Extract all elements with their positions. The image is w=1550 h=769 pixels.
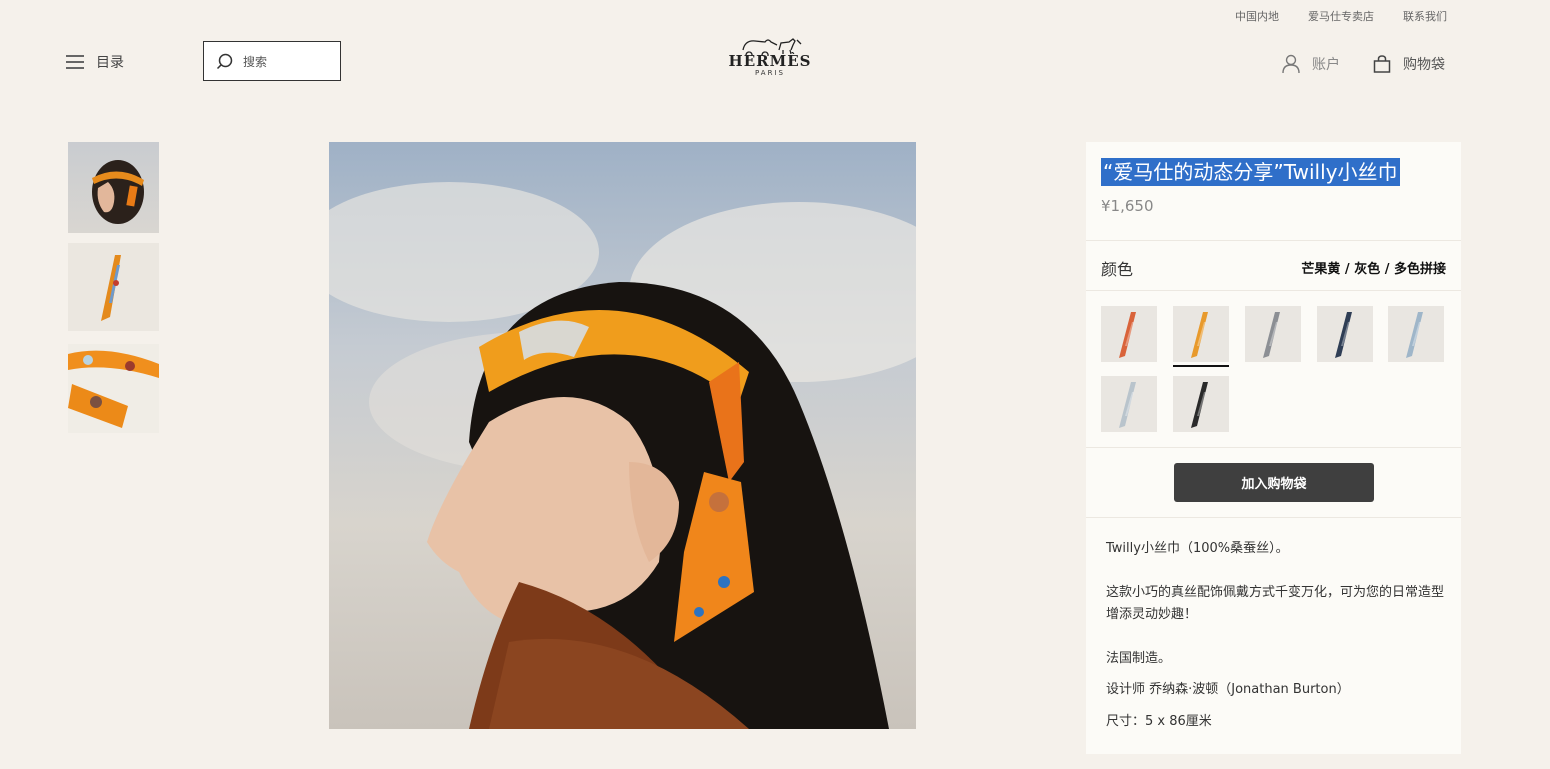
- shopping-bag-button[interactable]: 购物袋: [1373, 54, 1445, 74]
- swatch-mango-yellow[interactable]: [1173, 306, 1229, 367]
- thumbnail-scarf-image: [101, 255, 121, 321]
- thumbnail-model-image: [92, 160, 144, 224]
- thumbnail-model[interactable]: [68, 142, 159, 233]
- search-icon: [216, 53, 233, 69]
- utility-link-region[interactable]: 中国内地: [1235, 8, 1279, 24]
- product-price: ¥1,650: [1101, 197, 1154, 215]
- account-label: 账户: [1312, 57, 1340, 73]
- menu-label: 目录: [96, 55, 124, 71]
- logo-subtitle: PARIS: [755, 69, 785, 77]
- swatch-grey-multi[interactable]: [1245, 306, 1301, 362]
- twilly-icon: [1263, 312, 1280, 358]
- description-material: Twilly小丝巾（100%桑蚕丝）。: [1106, 541, 1289, 556]
- swatch-red-orange[interactable]: [1101, 306, 1157, 362]
- hermes-logo[interactable]: HERMÈS PARIS: [728, 36, 812, 86]
- color-label: 颜色: [1101, 260, 1134, 279]
- description-body: 这款小巧的真丝配饰佩戴方式千变万化，可为您的日常造型增添灵动妙趣！: [1106, 585, 1445, 622]
- account-button[interactable]: 账户: [1282, 54, 1340, 74]
- thumbnail-scarf-flat[interactable]: [68, 243, 159, 331]
- description-origin: 法国制造。: [1106, 651, 1172, 666]
- swatch-pale-grey[interactable]: [1101, 376, 1157, 432]
- shopping-bag-icon: [1373, 55, 1391, 73]
- twilly-icon: [1119, 382, 1136, 428]
- hamburger-icon: [66, 55, 84, 69]
- utility-nav: 中国内地 爱马仕专卖店 联系我们: [1235, 8, 1447, 24]
- description-size: 尺寸：5 x 86厘米: [1106, 714, 1212, 729]
- divider: [1086, 290, 1461, 291]
- utility-link-contact[interactable]: 联系我们: [1403, 8, 1447, 24]
- thumbnail-knot-image: [68, 350, 159, 428]
- twilly-icon: [1191, 382, 1208, 428]
- product-panel: “爱马仕的动态分享”Twilly小丝巾 ¥1,650 颜色 芒果黄 / 灰色 /…: [1086, 142, 1461, 754]
- twilly-icon: [1406, 312, 1423, 358]
- divider: [1086, 517, 1461, 518]
- menu-button[interactable]: 目录: [66, 52, 124, 72]
- color-value: 芒果黄 / 灰色 / 多色拼接: [1301, 262, 1446, 277]
- twilly-icon: [1119, 312, 1136, 358]
- product-title: “爱马仕的动态分享”Twilly小丝巾: [1101, 158, 1400, 186]
- add-to-bag-button[interactable]: 加入购物袋: [1174, 463, 1374, 502]
- swatch-navy-teal[interactable]: [1317, 306, 1373, 362]
- thumbnail-scarf-knot[interactable]: [68, 344, 159, 433]
- shopping-bag-label: 购物袋: [1403, 57, 1445, 73]
- model-illustration: [329, 182, 916, 729]
- description-designer: 设计师 乔纳森·波顿（Jonathan Burton）: [1106, 682, 1350, 697]
- twilly-icon: [1191, 312, 1208, 358]
- logo-wordmark: HERMÈS: [728, 52, 812, 70]
- user-icon: [1282, 54, 1300, 74]
- utility-link-stores[interactable]: 爱马仕专卖店: [1308, 8, 1374, 24]
- swatch-black[interactable]: [1173, 376, 1229, 432]
- main-product-image: [329, 142, 916, 729]
- search-input[interactable]: 搜索: [203, 41, 341, 81]
- site-header: 中国内地 爱马仕专卖店 联系我们 目录 搜索 HERMÈS PARIS 账户 购…: [0, 0, 1550, 100]
- twilly-icon: [1335, 312, 1352, 358]
- divider: [1086, 447, 1461, 448]
- search-placeholder: 搜索: [243, 54, 268, 69]
- swatch-light-blue[interactable]: [1388, 306, 1444, 362]
- carriage-icon: [742, 38, 802, 56]
- divider: [1086, 240, 1461, 241]
